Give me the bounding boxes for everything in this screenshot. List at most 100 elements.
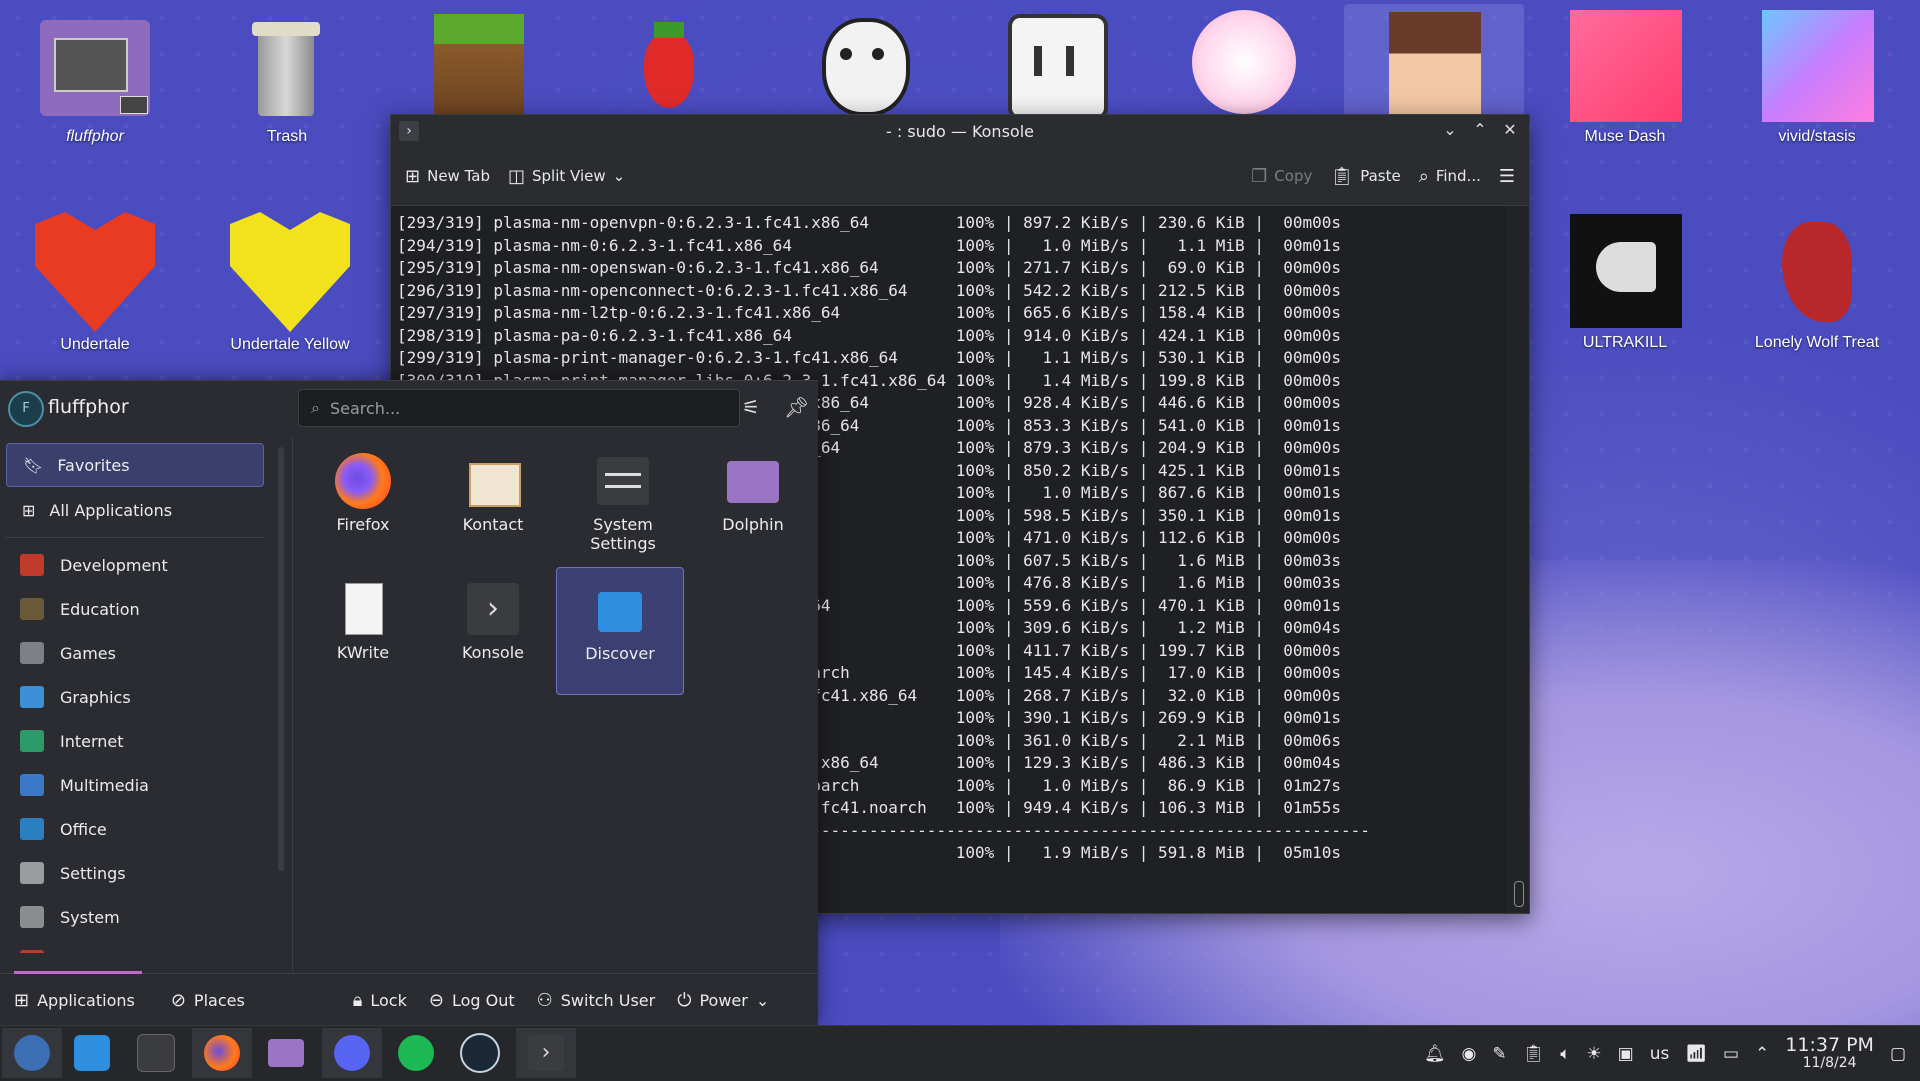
digital-clock[interactable]: 11:37 PM 11/8/24 [1785,1035,1874,1072]
desktop-icon-selected-game[interactable] [1344,4,1524,116]
scrollbar-thumb[interactable] [1514,881,1524,907]
desktop-icon-game-cat[interactable] [786,6,936,124]
sidebar-item-all-applications[interactable]: ⊞ All Applications [6,489,264,531]
folder-icon [268,1039,304,1067]
search-icon: ⌕ [311,398,320,417]
device-icon[interactable]: ▣ [1618,1044,1634,1064]
desktop-icon-celeste[interactable] [594,6,744,124]
desktop-icon-label: Undertale [60,336,130,353]
notifications-icon[interactable]: 🔔︎ [1424,1044,1446,1064]
split-view-button[interactable]: ◫ Split View ⌄ [508,166,625,187]
sidebar-item-graphics[interactable]: Graphics [6,676,264,718]
app-dolphin[interactable]: Dolphin [690,443,816,567]
configure-icon[interactable]: ⚟ [742,395,760,419]
switch-user-button[interactable]: ⚇ Switch User [537,990,656,1011]
app-system-settings[interactable]: System Settings [560,443,686,571]
cat-face-icon [802,6,920,124]
discord-tray-icon[interactable]: ◉ [1462,1044,1477,1064]
desktop-icon-lonely-wolf-treat[interactable]: Lonely Wolf Treat [1742,212,1892,352]
desktop-icon-vivid-stasis[interactable]: vivid/stasis [1742,6,1892,146]
ultrakill-icon [1566,212,1684,330]
kontact-icon [465,453,521,509]
taskbar-system-settings[interactable] [126,1028,186,1078]
konsole-titlebar[interactable]: › - : sudo — Konsole ⌄ ⌃ ✕ [391,115,1529,147]
taskbar-konsole[interactable]: › [516,1028,576,1078]
muse-dash-icon [1566,6,1684,124]
copy-button[interactable]: ❐ Copy [1251,166,1312,187]
split-view-icon: ◫ [507,165,525,187]
internet-icon [20,730,44,752]
brightness-icon[interactable]: ☀ [1586,1044,1601,1064]
desktop-icon-ultrakill[interactable]: ULTRAKILL [1550,212,1700,352]
sidebar-item-label: Games [60,643,116,663]
taskbar-discord[interactable] [322,1028,382,1078]
taskbar-discover[interactable] [62,1028,122,1078]
app-label: Dolphin [722,515,784,534]
lock-button[interactable]: 🔒︎ Lock [353,990,407,1011]
battery-icon[interactable]: ▭ [1723,1044,1739,1064]
sidebar-item-games[interactable]: Games [6,632,264,674]
search-input[interactable]: ⌕ Search... [298,389,740,427]
system-settings-icon [137,1034,175,1072]
avatar[interactable]: F [8,391,44,427]
desktop-icon-trash[interactable]: Trash [212,6,362,146]
sidebar-item-multimedia[interactable]: Multimedia [6,764,264,806]
sidebar-item-settings[interactable]: Settings [6,852,264,894]
close-icon[interactable]: ✕ [1499,119,1521,141]
launcher-header: F fluffphor ⌕ Search... ⚟ 📌︎ [0,381,818,437]
system-settings-icon [595,453,651,509]
sidebar-item-development[interactable]: Development [6,544,264,586]
application-launcher[interactable]: F fluffphor ⌕ Search... ⚟ 📌︎ 🔖︎ Favorite… [0,380,818,1026]
desktop-icon-undertale[interactable]: Undertale [20,212,170,354]
maximize-icon[interactable]: ⌃ [1469,119,1491,141]
desktop-icon-label: Muse Dash [1584,128,1666,145]
desktop-icon-undertale-yellow[interactable]: Undertale Yellow [212,212,368,354]
app-konsole[interactable]: › Konsole [430,571,556,695]
desktop-icon-ddlc[interactable] [1168,6,1318,124]
clipboard-icon[interactable]: 📋︎ [1523,1044,1545,1064]
volume-icon[interactable]: 🔈︎ [1560,1044,1570,1064]
keyboard-layout[interactable]: us [1650,1044,1670,1064]
sidebar-item-education[interactable]: Education [6,588,264,630]
power-button[interactable]: ⏻ Power ⌄ [677,990,769,1011]
paste-button[interactable]: 📋︎ Paste [1330,166,1400,187]
chevron-up-icon[interactable]: ⌃ [1755,1044,1769,1064]
sidebar-item-utilities[interactable]: Utilities [6,940,264,953]
desktop-icon-game-face[interactable] [978,6,1128,124]
logout-button[interactable]: ⊖ Log Out [429,990,515,1011]
sidebar-item-office[interactable]: Office [6,808,264,850]
sidebar-item-favorites[interactable]: 🔖︎ Favorites [6,443,264,487]
app-firefox[interactable]: Firefox [300,443,426,567]
app-kwrite[interactable]: KWrite [300,571,426,695]
desktop-icon-muse-dash[interactable]: Muse Dash [1550,6,1700,146]
show-desktop-icon[interactable]: ▢ [1890,1044,1906,1064]
new-tab-label: New Tab [427,167,490,185]
app-kontact[interactable]: Kontact [430,443,556,567]
taskbar-firefox[interactable] [192,1028,252,1078]
desktop-icon-label: ULTRAKILL [1582,334,1668,351]
hamburger-menu-button[interactable]: ☰ [1499,166,1515,187]
desktop-icon-fluffphor[interactable]: fluffphor [20,6,170,146]
red-heart-icon [35,212,155,332]
find-button[interactable]: ⌕ Find... [1419,166,1481,187]
grid-icon: ⊞ [22,500,36,520]
taskbar-steam[interactable] [450,1028,510,1078]
steam-icon [460,1033,500,1073]
minimize-icon[interactable]: ⌄ [1439,119,1461,141]
tab-places[interactable]: ⊘ Places [171,990,245,1011]
terminal-line: [299/319] plasma-print-manager-0:6.2.3-1… [397,348,1342,367]
sidebar-scrollbar[interactable] [278,447,284,871]
terminal-scrollbar[interactable] [1507,206,1529,913]
taskbar-dolphin[interactable] [256,1028,316,1078]
pin-icon[interactable]: 📌︎ [784,395,809,419]
pen-icon[interactable]: ✎ [1492,1044,1506,1064]
desktop-icon-minecraft[interactable] [404,6,554,124]
new-tab-button[interactable]: ⊞ New Tab [405,166,490,187]
sidebar-item-internet[interactable]: Internet [6,720,264,762]
app-discover[interactable]: Discover [556,567,684,695]
tab-applications[interactable]: ⊞ Applications [14,990,135,1011]
taskbar-spotify[interactable] [386,1028,446,1078]
application-launcher-button[interactable] [2,1028,62,1078]
sidebar-item-system[interactable]: System [6,896,264,938]
wifi-icon[interactable]: 📶︎ [1685,1044,1707,1064]
